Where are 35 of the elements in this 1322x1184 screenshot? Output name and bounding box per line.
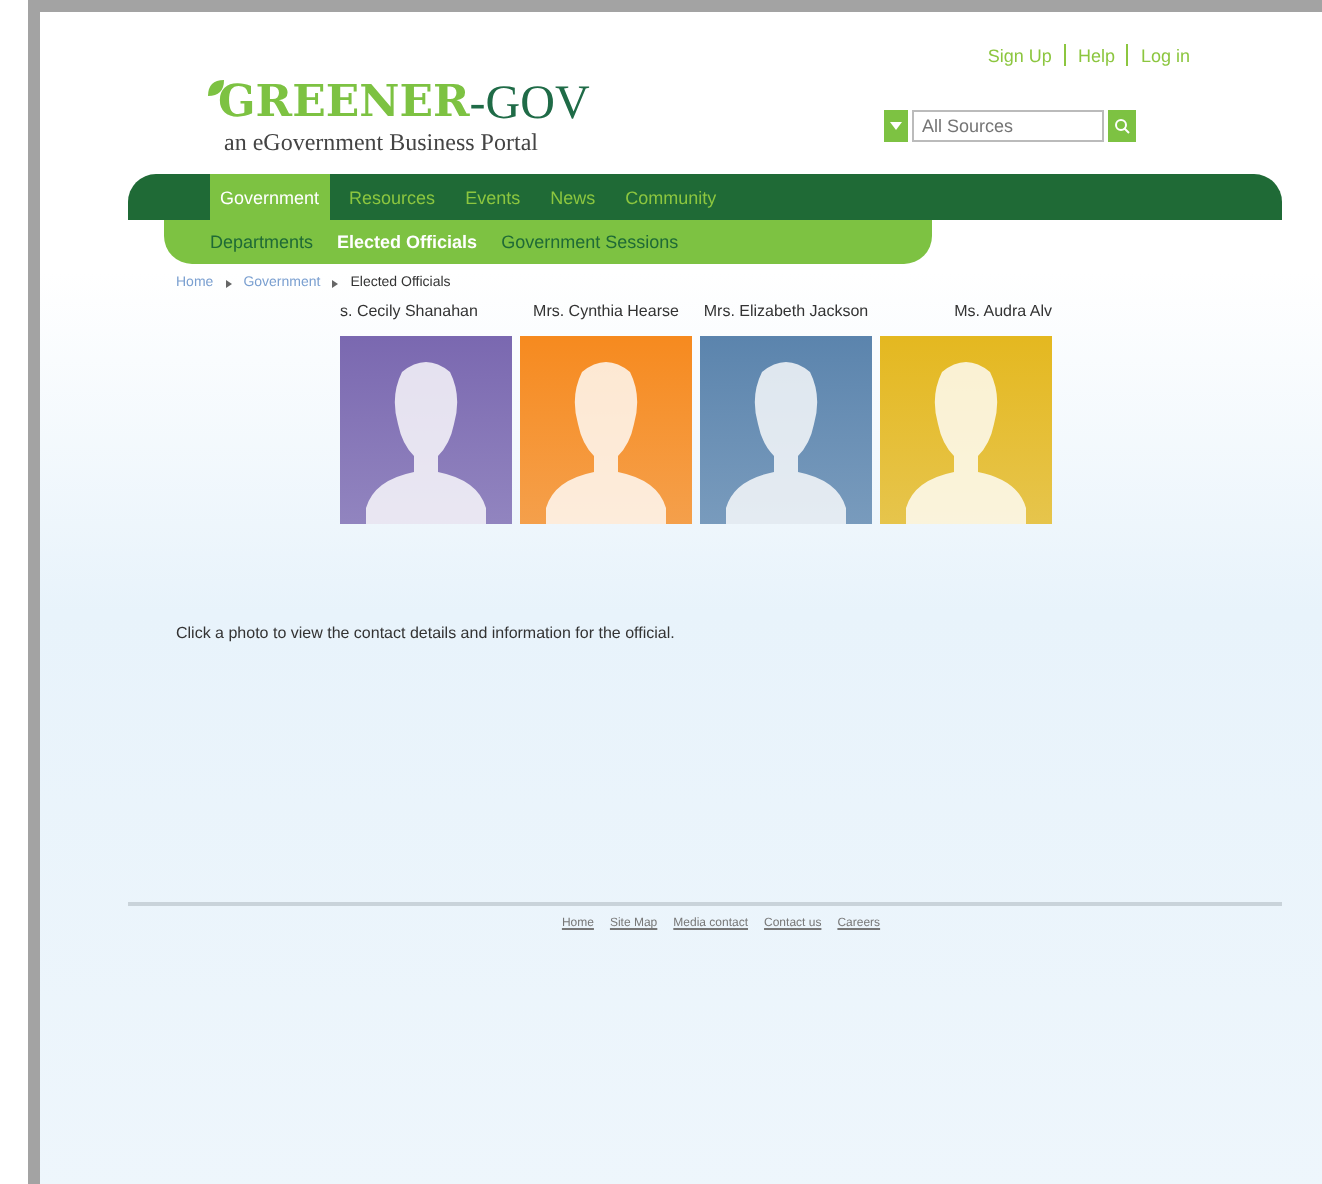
caret-icon xyxy=(890,122,902,130)
official-photo[interactable] xyxy=(700,336,872,524)
search-button[interactable] xyxy=(1108,110,1136,142)
sub-nav-tab[interactable]: Elected Officials xyxy=(337,232,478,252)
nav-tab[interactable]: Resources xyxy=(339,174,446,220)
header-link[interactable]: Log in xyxy=(1140,45,1190,65)
person-silhouette-icon xyxy=(902,356,1030,524)
nav-tab[interactable]: Events xyxy=(455,174,531,220)
official-photo[interactable] xyxy=(340,336,512,524)
logo-suffix: -GOV xyxy=(469,80,590,128)
official-name: Mrs. Cynthia Hearse xyxy=(533,302,679,320)
search-field[interactable]: All Sources xyxy=(912,110,1104,142)
logo-tagline: an eGovernment Business Portal xyxy=(224,128,540,158)
person-silhouette-icon xyxy=(542,356,670,524)
header-link[interactable]: Sign Up xyxy=(987,45,1052,65)
header-link[interactable]: Help xyxy=(1077,45,1115,65)
nav-tab[interactable]: News xyxy=(540,174,606,220)
person-silhouette-icon xyxy=(722,356,850,524)
official-photo[interactable] xyxy=(880,336,1052,524)
sub-nav-tab[interactable]: Departments xyxy=(210,232,314,252)
official-name: Mrs. Elizabeth Jackson xyxy=(703,302,869,320)
official-name: Ms. Audra Alv xyxy=(954,302,1052,320)
instruction-text: Click a photo to view the contact details and information for the official. xyxy=(176,624,677,642)
sub-nav-tab[interactable]: Government Sessions xyxy=(501,232,679,252)
leaf-icon xyxy=(208,80,224,96)
logo-text: GREENER xyxy=(218,80,470,124)
person-silhouette-icon xyxy=(362,356,490,524)
official-photo[interactable] xyxy=(520,336,692,524)
search-icon xyxy=(1114,118,1130,134)
nav-tab[interactable]: Government xyxy=(210,174,330,220)
breadcrumb-separator-icon xyxy=(225,279,232,287)
official-name: s. Cecily Shanahan xyxy=(340,302,478,320)
nav-tab[interactable]: Community xyxy=(615,174,727,220)
dropdown-button[interactable] xyxy=(884,110,908,142)
breadcrumb-separator-icon xyxy=(332,279,339,287)
